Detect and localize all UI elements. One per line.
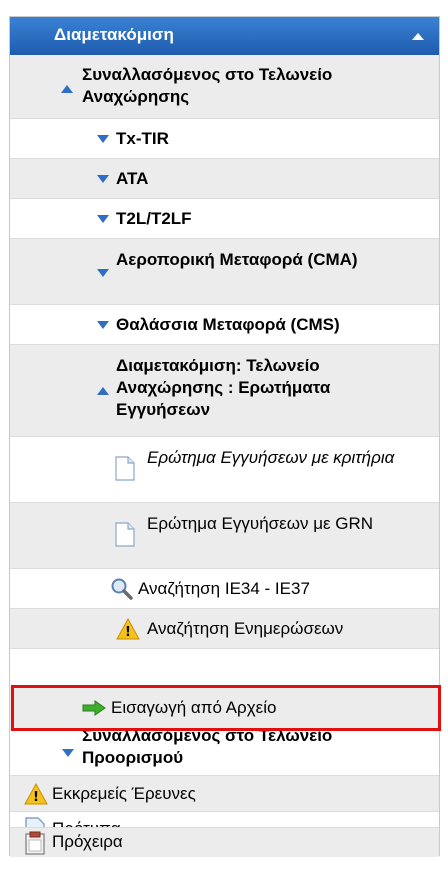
collapsed-arrow-icon (97, 175, 109, 183)
menu-item-destination-trader[interactable]: Συναλλασόμενος στο Τελωνείο Προορισμού (10, 726, 439, 776)
section-title: Διαμετακόμιση (54, 25, 174, 44)
menu-item-guarantee-grn[interactable]: Ερώτημα Εγγυήσεων με GRN (10, 503, 439, 569)
document-icon (115, 456, 135, 486)
menu-item-ata[interactable]: ATA (10, 159, 439, 199)
collapse-icon[interactable] (412, 27, 424, 47)
menu-item-search-updates[interactable]: ! Αναζήτηση Ενημερώσεων (10, 609, 439, 649)
collapsed-arrow-icon (97, 269, 109, 277)
menu-item-drafts[interactable]: Πρόχειρα (10, 827, 439, 857)
svg-text:!: ! (33, 790, 39, 805)
menu-item-sea-transport[interactable]: Θαλάσσια Μεταφορά (CMS) (10, 305, 439, 345)
collapsed-arrow-icon (97, 135, 109, 143)
menu-item-guarantee-queries[interactable]: Διαμετακόμιση: Τελωνείο Αναχώρησης : Ερω… (10, 345, 439, 437)
menu-item-search-ie34[interactable]: Αναζήτηση IE34 - IE37 (10, 569, 439, 609)
collapsed-arrow-icon (97, 321, 109, 329)
menu-item-departure-trader[interactable]: Συναλλασόμενος στο Τελωνείο Αναχώρησης (10, 55, 439, 119)
navigation-panel: Διαμετακόμιση Συναλλασόμενος στο Τελωνεί… (9, 16, 441, 857)
menu-item-tx-tir[interactable]: Tx-TIR (10, 119, 439, 159)
clipboard-icon (24, 831, 46, 860)
warning-icon: ! (24, 782, 48, 810)
menu-item-pending-investigations[interactable]: ! Εκκρεμείς Έρευνες (10, 776, 439, 812)
svg-text:!: ! (125, 625, 131, 640)
document-icon (115, 522, 135, 552)
magnifier-icon (110, 577, 134, 606)
menu-item-spacer (10, 649, 439, 689)
menu-item-t2l[interactable]: T2L/T2LF (10, 199, 439, 239)
menu-item-guarantee-criteria[interactable]: Ερώτημα Εγγυήσεων με κριτήρια (10, 437, 439, 503)
arrow-right-icon (82, 700, 106, 721)
collapsed-arrow-icon (97, 215, 109, 223)
section-header-transit[interactable]: Διαμετακόμιση (10, 17, 439, 55)
collapsed-arrow-icon (62, 749, 74, 757)
expanded-arrow-icon (97, 387, 109, 395)
warning-icon: ! (116, 617, 140, 645)
expanded-arrow-icon (61, 85, 73, 93)
menu-item-air-transport[interactable]: Αεροπορική Μεταφορά (CMA) (10, 239, 439, 305)
menu-item-import-file[interactable]: Εισαγωγή από Αρχείο (10, 686, 439, 730)
